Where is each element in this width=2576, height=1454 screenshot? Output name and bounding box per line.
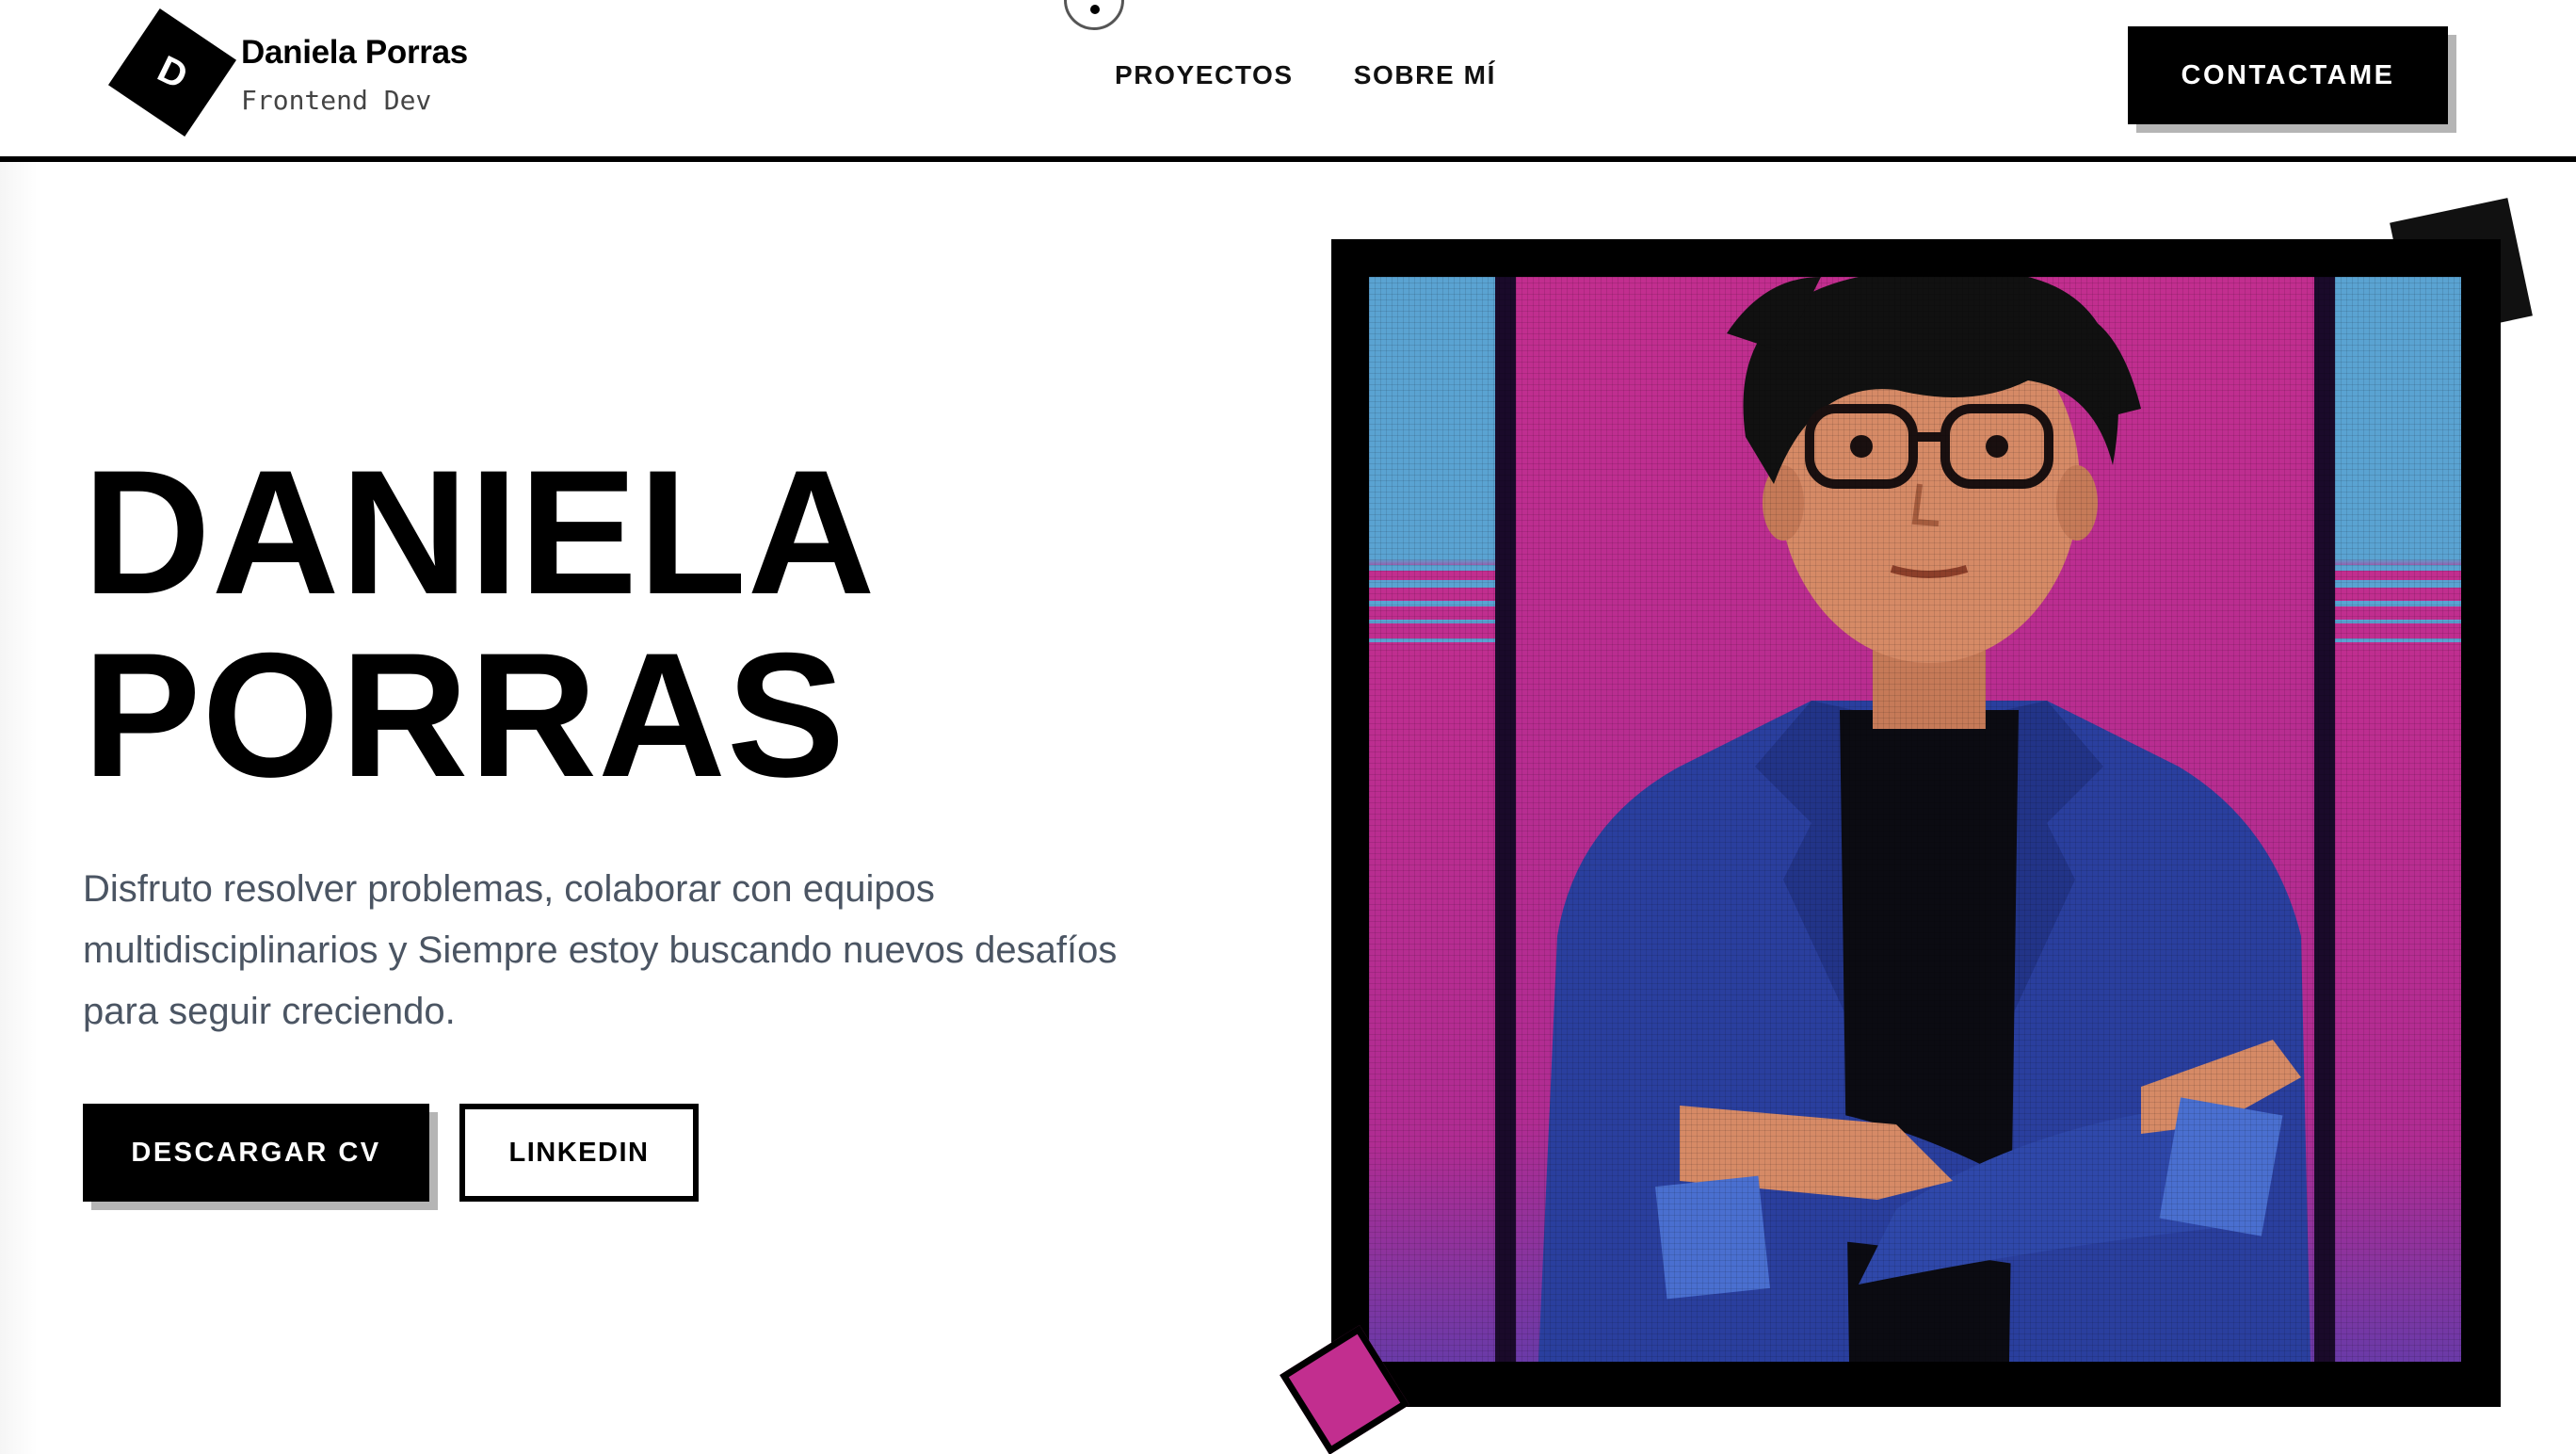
nav-link-proyectos[interactable]: PROYECTOS xyxy=(1115,60,1294,90)
portrait-frame xyxy=(1331,239,2501,1407)
main-nav: PROYECTOS SOBRE MÍ xyxy=(1115,60,1496,90)
site-header: D Daniela Porras Frontend Dev PROYECTOS … xyxy=(0,0,2576,162)
portfolio-page: D Daniela Porras Frontend Dev PROYECTOS … xyxy=(0,0,2576,1454)
scroll-indicator-dot xyxy=(1090,5,1100,14)
linkedin-button[interactable]: LINKEDIN xyxy=(459,1104,699,1202)
nav-link-sobre-mi[interactable]: SOBRE MÍ xyxy=(1354,60,1496,90)
logo-icon[interactable]: D xyxy=(107,8,237,137)
pixel-art-portrait-icon xyxy=(1369,277,2461,1362)
hero-title: DANIELA PORRAS xyxy=(83,441,877,806)
download-cv-button[interactable]: DESCARGAR CV xyxy=(83,1104,429,1202)
contact-button[interactable]: CONTACTAME xyxy=(2128,26,2448,124)
scroll-indicator-icon xyxy=(1064,0,1124,30)
logo-letter: D xyxy=(151,47,194,97)
left-edge-shade xyxy=(0,0,38,1454)
hero-description: Disfruto resolver problemas, colaborar c… xyxy=(83,868,1118,1032)
brand-role: Frontend Dev xyxy=(241,85,432,116)
brand-name[interactable]: Daniela Porras xyxy=(241,34,468,72)
hero-title-line-1: DANIELA xyxy=(83,433,877,631)
hero-title-line-2: PORRAS xyxy=(83,616,846,814)
